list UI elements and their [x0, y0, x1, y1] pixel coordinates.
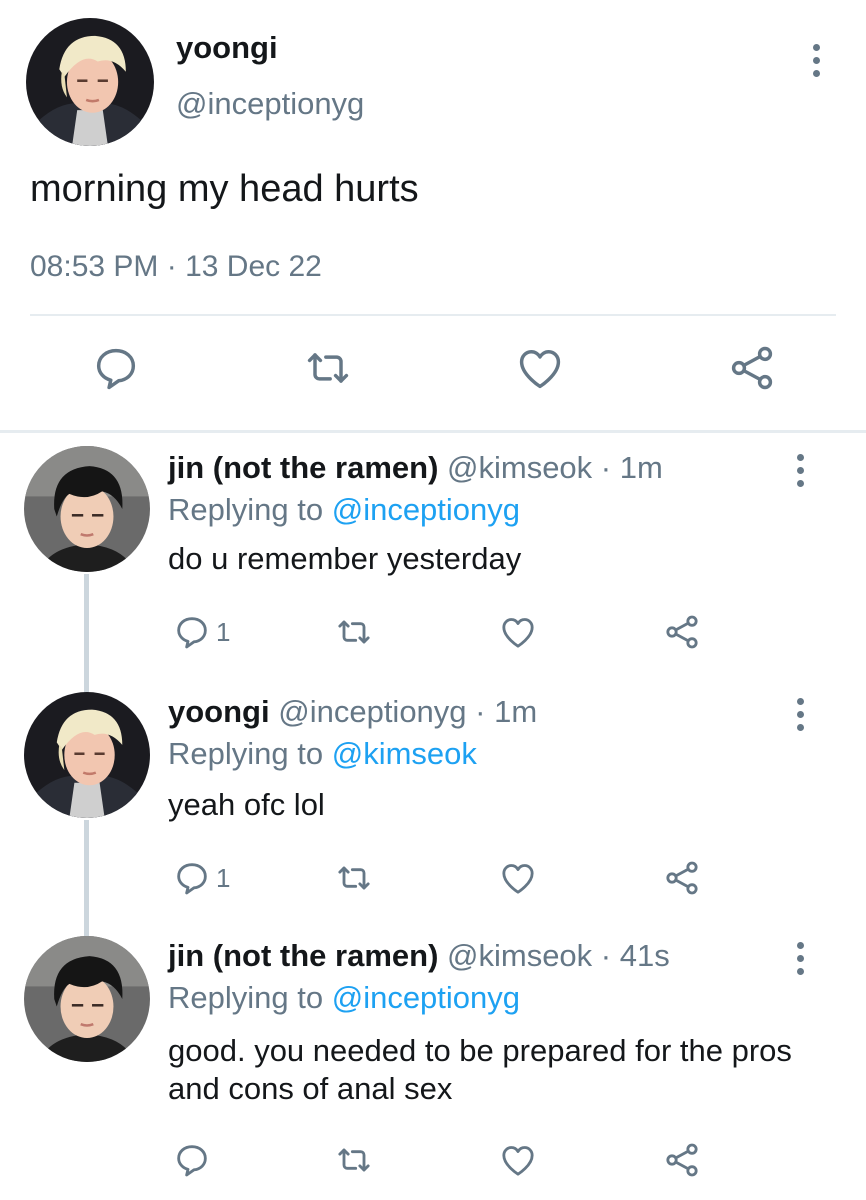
avatar[interactable]: [24, 446, 150, 572]
reply-tweet[interactable]: yoongi @inceptionyg · 1m Replying to @ki…: [0, 692, 866, 932]
like-icon[interactable]: [498, 1138, 538, 1182]
tweet-text: morning my head hurts: [30, 168, 419, 210]
author-handle-time[interactable]: @inceptionyg · 1m: [278, 694, 537, 729]
retweet-icon[interactable]: [334, 1138, 374, 1182]
reply-actions: 1: [0, 610, 866, 658]
mention-link[interactable]: @inceptionyg: [332, 492, 520, 527]
author-handle-time[interactable]: @kimseok · 41s: [447, 938, 670, 973]
share-icon[interactable]: [662, 1138, 702, 1182]
author-name[interactable]: jin (not the ramen): [168, 450, 438, 485]
replying-label: Replying to: [168, 980, 332, 1015]
reply-header: yoongi @inceptionyg · 1m: [168, 694, 537, 730]
share-icon[interactable]: [662, 610, 702, 654]
author-name[interactable]: yoongi: [176, 30, 278, 66]
replying-to: Replying to @kimseok: [168, 736, 477, 772]
replying-to: Replying to @inceptionyg: [168, 492, 520, 528]
mention-link[interactable]: @inceptionyg: [332, 980, 520, 1015]
more-icon[interactable]: [792, 698, 808, 731]
like-icon[interactable]: [498, 610, 538, 654]
more-icon[interactable]: [792, 942, 808, 975]
avatar[interactable]: [26, 18, 154, 146]
avatar[interactable]: [24, 936, 150, 1062]
like-icon[interactable]: [498, 856, 538, 900]
reply-icon: [177, 617, 207, 649]
tweet-actions: [0, 342, 866, 402]
reply-header: jin (not the ramen) @kimseok · 1m: [168, 450, 663, 486]
replying-label: Replying to: [168, 736, 332, 771]
reply-actions: 1: [0, 856, 866, 904]
divider: [30, 314, 836, 316]
reply-button[interactable]: [172, 1138, 216, 1182]
avatar[interactable]: [24, 692, 150, 818]
mention-link[interactable]: @kimseok: [332, 736, 477, 771]
replying-label: Replying to: [168, 492, 332, 527]
reply-actions: [0, 1138, 866, 1186]
author-handle-time[interactable]: @kimseok · 1m: [447, 450, 663, 485]
divider: [0, 430, 866, 433]
reply-tweet[interactable]: jin (not the ramen) @kimseok · 41s Reply…: [0, 936, 866, 1196]
more-icon[interactable]: [792, 454, 808, 487]
retweet-icon[interactable]: [334, 856, 374, 900]
author-name[interactable]: yoongi: [168, 694, 270, 729]
reply-icon[interactable]: [90, 342, 142, 394]
like-icon[interactable]: [514, 342, 566, 394]
reply-text: do u remember yesterday: [168, 541, 522, 576]
author-handle[interactable]: @inceptionyg: [176, 86, 364, 122]
reply-text: yeah ofc lol: [168, 787, 325, 822]
retweet-icon[interactable]: [302, 342, 354, 394]
retweet-icon[interactable]: [334, 610, 374, 654]
author-name[interactable]: jin (not the ramen): [168, 938, 438, 973]
reply-text: good. you needed to be prepared for the …: [168, 1033, 792, 1106]
main-tweet: yoongi @inceptionyg morning my head hurt…: [0, 0, 866, 432]
reply-button[interactable]: 1: [172, 856, 230, 900]
share-icon[interactable]: [726, 342, 778, 394]
reply-header: jin (not the ramen) @kimseok · 41s: [168, 938, 670, 974]
reply-button[interactable]: 1: [172, 610, 230, 654]
reply-count: 1: [216, 616, 231, 647]
reply-count: 1: [216, 862, 231, 893]
reply-icon: [177, 1145, 207, 1177]
more-icon[interactable]: [808, 44, 824, 77]
tweet-timestamp[interactable]: 08:53 PM · 13 Dec 22: [30, 250, 322, 284]
share-icon[interactable]: [662, 856, 702, 900]
replying-to: Replying to @inceptionyg: [168, 980, 520, 1016]
reply-tweet[interactable]: jin (not the ramen) @kimseok · 1m Replyi…: [0, 446, 866, 686]
reply-icon: [177, 863, 207, 895]
